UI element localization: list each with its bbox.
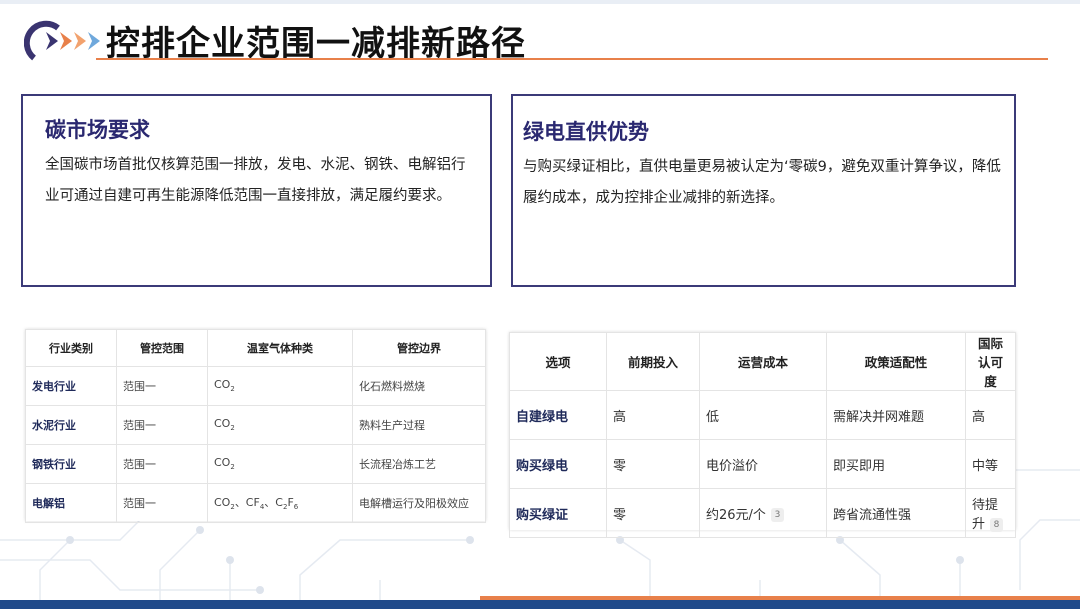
boundary-cell: 电解槽运行及阳极效应	[352, 483, 486, 523]
scope-cell: 范围一	[116, 444, 208, 484]
gas-subscript: 2	[230, 385, 235, 394]
op-cost-cell: 约26元/个 3	[699, 488, 827, 538]
gas-formula: 、CF	[234, 496, 260, 510]
scope-cell: 范围一	[116, 405, 208, 445]
industry-cell: 水泥行业	[25, 405, 117, 445]
boundary-cell: 熟料生产过程	[352, 405, 486, 445]
title-divider	[96, 58, 1048, 60]
gas-formula: CO	[214, 496, 231, 510]
recognition-cell: 待提升 8	[965, 488, 1016, 538]
citation-badge[interactable]: 3	[770, 508, 784, 522]
boundary-cell: 化石燃料燃烧	[352, 366, 486, 406]
carbon-market-text: 全国碳市场首批仅核算范围一排放，发电、水泥、钢铁、电解铝行业可通过自建可再生能源…	[45, 157, 466, 204]
option-cell: 购买绿电	[509, 439, 607, 489]
industry-scope-table: 行业类别 管控范围 温室气体种类 管控边界 发电行业 范围一 CO2 化石燃料燃…	[25, 329, 486, 523]
industry-cell: 钢铁行业	[25, 444, 117, 484]
gas-formula: CO	[214, 456, 231, 470]
table-header-row: 选项 前期投入 运营成本 政策适配性 国际认可度	[509, 332, 1016, 391]
top-strip	[0, 0, 1080, 4]
carbon-market-heading: 碳市场要求	[45, 118, 150, 142]
table-header: 温室气体种类	[207, 329, 353, 367]
citation-badge[interactable]: 8	[990, 517, 1004, 532]
brand-arrows-icon	[24, 20, 100, 61]
green-power-card: 绿电直供优势 与购买绿证相比，直供电量更易被认定为‘零碳9，避免双重计算争议，降…	[511, 94, 1016, 287]
table-header: 选项	[509, 332, 607, 391]
policy-cell: 需解决并网难题	[826, 390, 966, 440]
gas-formula: 、C	[264, 496, 283, 510]
scope-cell: 范围一	[116, 366, 208, 406]
op-cost-cell: 电价溢价	[699, 439, 827, 489]
table-row: 购买绿电 零 电价溢价 即买即用 中等	[509, 439, 1016, 489]
policy-cell: 跨省流通性强	[826, 488, 966, 538]
carbon-market-card: 碳市场要求 全国碳市场首批仅核算范围一排放，发电、水泥、钢铁、电解铝行业可通过自…	[21, 94, 492, 287]
gas-formula: CO	[214, 378, 231, 392]
industry-cell: 发电行业	[25, 366, 117, 406]
table-row: 购买绿证 零 约26元/个 3 跨省流通性强 待提升 8	[509, 488, 1016, 538]
table-header: 行业类别	[25, 329, 117, 367]
gas-cell: CO2	[207, 366, 353, 406]
gas-subscript: 2	[230, 463, 235, 472]
industry-cell: 电解铝	[25, 483, 117, 523]
green-power-heading: 绿电直供优势	[523, 120, 649, 144]
gas-cell: CO2、CF4、C2F6	[207, 483, 353, 523]
table-row: 电解铝 范围一 CO2、CF4、C2F6 电解槽运行及阳极效应	[25, 483, 486, 523]
gas-subscript: 6	[293, 503, 299, 512]
table-header: 国际认可度	[965, 332, 1016, 391]
table-header: 管控范围	[116, 329, 208, 367]
option-cell: 自建绿电	[509, 390, 607, 440]
gas-subscript: 2	[230, 424, 235, 433]
gas-cell: CO2	[207, 405, 353, 445]
recognition-cell: 高	[965, 390, 1016, 440]
option-cell: 购买绿证	[509, 488, 607, 538]
investment-cell: 高	[606, 390, 700, 440]
op-cost-cell: 低	[699, 390, 827, 440]
table-row: 水泥行业 范围一 CO2 熟料生产过程	[25, 405, 486, 445]
investment-cell: 零	[606, 439, 700, 489]
table-header: 前期投入	[606, 332, 700, 391]
gas-cell: CO2	[207, 444, 353, 484]
boundary-cell: 长流程冶炼工艺	[352, 444, 486, 484]
op-cost-value: 约26元/个	[706, 507, 766, 523]
gas-formula: CO	[214, 417, 231, 431]
green-power-text: 与购买绿证相比，直供电量更易被认定为‘零碳9，避免双重计算争议，降低履约成本，成…	[523, 159, 1001, 206]
table-header: 运营成本	[699, 332, 827, 391]
policy-cell: 即买即用	[826, 439, 966, 489]
recognition-cell: 中等	[965, 439, 1016, 489]
scope-cell: 范围一	[116, 483, 208, 523]
bottom-footer-bar	[0, 600, 1080, 609]
table-row: 发电行业 范围一 CO2 化石燃料燃烧	[25, 366, 486, 406]
table-row: 钢铁行业 范围一 CO2 长流程冶炼工艺	[25, 444, 486, 484]
investment-cell: 零	[606, 488, 700, 538]
table-row: 自建绿电 高 低 需解决并网难题 高	[509, 390, 1016, 440]
table-header: 政策适配性	[826, 332, 966, 391]
table-header-row: 行业类别 管控范围 温室气体种类 管控边界	[25, 329, 486, 367]
option-comparison-table: 选项 前期投入 运营成本 政策适配性 国际认可度 自建绿电 高 低 需解决并网难…	[509, 332, 1016, 538]
table-header: 管控边界	[352, 329, 486, 367]
